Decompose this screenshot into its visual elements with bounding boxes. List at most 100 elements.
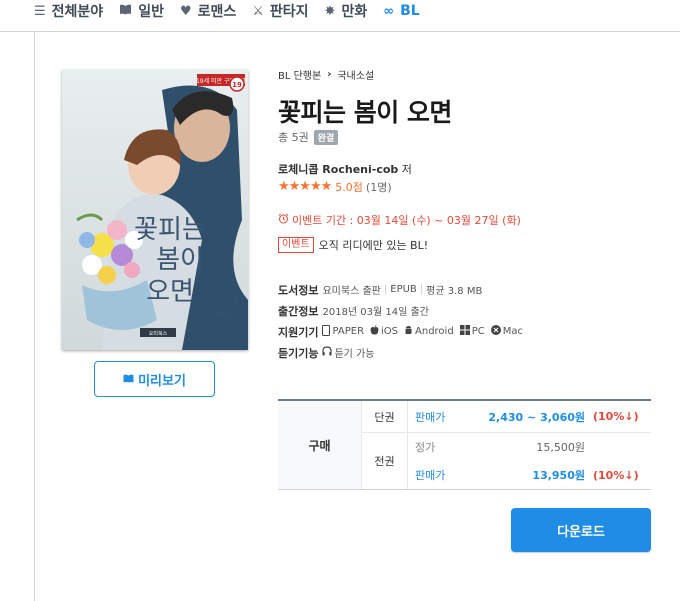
meta-book-info: 도서정보 요미북스 출판 | EPUB | 평균 3.8 MB (278, 279, 658, 300)
heart-icon: ♥ (179, 3, 192, 19)
discount-badge: (10%↓) (593, 410, 639, 423)
nav-item-label: 일반 (138, 4, 164, 20)
event-period: 이벤트 기간 : 03월 14일 (수) ~ 03월 27일 (화) (278, 212, 658, 228)
meta-devices: 지원기기 PAPER iOS Android PC Mac (278, 321, 658, 342)
nav-item-romance[interactable]: ♥ 로맨스 (180, 1, 236, 21)
nav-item-comics[interactable]: ✸ 만화 (325, 1, 368, 21)
purchase-kind: 전권 (362, 433, 408, 489)
nav-item-label: 판타지 (269, 4, 309, 20)
meta-label: 듣기기능 (278, 346, 319, 360)
chevron-right-icon: › (327, 68, 332, 80)
device-label: PAPER (332, 326, 365, 337)
mac-icon (490, 325, 501, 338)
book-icon (119, 4, 132, 19)
category-nav: ☰ 전체분야 일반 ♥ 로맨스 ⚔ 판타지 ✸ 만화 ∞ BL (0, 0, 680, 22)
divider: | (383, 284, 388, 295)
meta-publisher[interactable]: 요미북스 출판 (322, 282, 380, 297)
device-label: PC (471, 326, 485, 337)
cover-title-line-3: 오면 (146, 277, 194, 307)
breadcrumb-item[interactable]: BL 단행본 (278, 67, 321, 82)
discount-badge: (10%↓) (593, 468, 639, 482)
breadcrumb: BL 단행본 › 국내소설 (278, 66, 658, 82)
meta-size: 평균 3.8 MB (426, 286, 483, 297)
event-tag: 이벤트 (278, 236, 314, 253)
device-label: Android (415, 326, 454, 337)
price-label: 판매가 (415, 469, 446, 482)
device-android: Android (404, 325, 454, 338)
device-ios: iOS (370, 325, 398, 338)
book-title: 꽃피는 봄이 오면 (278, 98, 452, 127)
purchase-table: 구매 단권 판매가 2,430 ~ 3,060원 (10%↓) 전권 정가 15… (278, 399, 651, 490)
cover-author: 로체니콥 (215, 312, 234, 319)
event-text[interactable]: 오직 리디에만 있는 BL! (319, 237, 429, 253)
cover-volume-mark: 1 (232, 298, 238, 309)
alarm-clock-icon (278, 213, 289, 227)
purchase-kind: 단권 (362, 401, 408, 432)
breadcrumb-item[interactable]: 국내소설 (337, 67, 374, 82)
cover-title-line-1: 꽃피는 (134, 215, 206, 245)
purchase-header: 구매 (278, 401, 362, 489)
device-mac: Mac (490, 325, 523, 338)
author-name[interactable]: 로체니콥 Rocheni-cob (278, 163, 398, 176)
meta-release: 출간정보 2018년 03월 14일 출간 (278, 300, 658, 321)
book-info: BL 단행본 › 국내소설 꽃피는 봄이 오면 총 5권 완결 로체니콥 Roc… (278, 66, 658, 363)
burst-icon: ✸ (324, 3, 336, 19)
preview-button[interactable]: 미리보기 (94, 361, 215, 397)
nav-item-bl[interactable]: ∞ BL (383, 3, 419, 19)
apple-icon (370, 325, 379, 338)
device-pc: PC (459, 325, 485, 338)
windows-icon (459, 325, 470, 338)
sale-price: 13,950원 (532, 469, 585, 482)
meta-label: 도서정보 (278, 283, 319, 297)
nav-item-label: 로맨스 (197, 4, 237, 20)
event-line: 이벤트 오직 리디에만 있는 BL! (278, 236, 658, 253)
nav-item-label: 전체분야 (51, 4, 104, 20)
swords-icon: ⚔ (252, 3, 264, 19)
paper-icon (322, 324, 331, 339)
listen-text: 듣기 가능 (334, 349, 375, 360)
author-suffix: 저 (401, 163, 412, 176)
preview-button-label: 미리보기 (138, 373, 186, 389)
book-cover[interactable]: 19세 미만 구독불가 19 꽃피는 봄이 오면 1 로체니콥 요미북스 (62, 70, 248, 350)
nav-item-label: BL (400, 3, 420, 19)
download-button[interactable]: 다운로드 (511, 508, 651, 552)
cover-title-line-2: 봄이 (156, 245, 204, 275)
meta-format: EPUB (390, 284, 417, 295)
cover-age-badge: 19 (232, 81, 242, 89)
purchase-row-single[interactable]: 단권 판매가 2,430 ~ 3,060원 (10%↓) (362, 401, 651, 433)
volume-count-text: 총 5권 (278, 131, 309, 144)
price-label: 정가 (415, 441, 436, 454)
status-badge: 완결 (313, 129, 339, 145)
rating-count: (1명) (365, 180, 392, 194)
book-open-icon (123, 373, 134, 386)
meta-label: 지원기기 (278, 325, 319, 339)
android-icon (404, 325, 413, 338)
headphones-icon (322, 346, 333, 359)
purchase-row-set[interactable]: 전권 정가 15,500원 판매가 13,950원 (10%↓) (362, 433, 651, 489)
rating[interactable]: ★★★★★ 5.0점 (1명) (278, 179, 658, 194)
star-rating-icon: ★★★★★ (278, 179, 332, 194)
meta-listen: 듣기기능 듣기 가능 (278, 342, 658, 363)
device-paper: PAPER (322, 324, 365, 339)
rating-score: 5.0점 (335, 180, 363, 194)
cover-publisher: 요미북스 (149, 330, 168, 337)
nav-item-all[interactable]: ☰ 전체분야 (34, 1, 103, 21)
book-meta: 도서정보 요미북스 출판 | EPUB | 평균 3.8 MB 출간정보 201… (278, 279, 658, 363)
device-label: Mac (502, 326, 523, 337)
nav-item-general[interactable]: 일반 (119, 1, 164, 21)
nav-item-fantasy[interactable]: ⚔ 판타지 (252, 1, 308, 21)
infinity-icon: ∞ (383, 3, 395, 19)
meta-release-date: 2018년 03월 14일 출간 (322, 307, 429, 318)
menu-icon: ☰ (34, 3, 46, 19)
meta-label: 출간정보 (278, 304, 319, 318)
nav-item-label: 만화 (341, 4, 368, 20)
list-price: 15,500원 (536, 441, 585, 454)
divider: | (419, 284, 424, 295)
single-price: 2,430 ~ 3,060원 (488, 410, 585, 424)
event-period-text: 이벤트 기간 : 03월 14일 (수) ~ 03월 27일 (화) (292, 214, 521, 227)
device-label: iOS (381, 326, 399, 337)
volume-count: 총 5권 완결 (278, 129, 658, 145)
price-label: 판매가 (415, 410, 446, 424)
listen-feature: 듣기 가능 (322, 345, 374, 360)
author-line: 로체니콥 Rocheni-cob 저 (278, 161, 658, 176)
